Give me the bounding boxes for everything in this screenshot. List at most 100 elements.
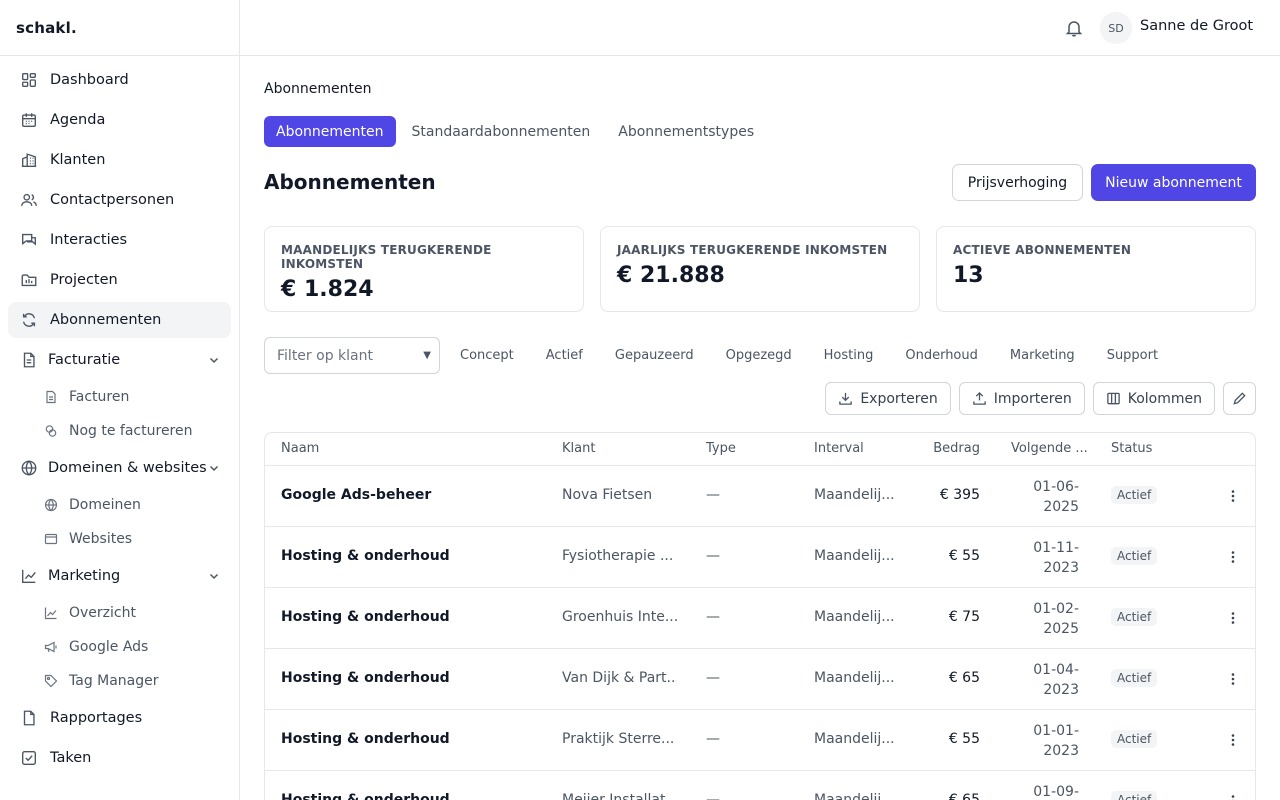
- column-header-klant[interactable]: Klant: [562, 441, 595, 456]
- avatar[interactable]: SD: [1100, 12, 1132, 44]
- more-vertical-icon[interactable]: [1225, 793, 1241, 800]
- export-label: Exporteren: [860, 390, 938, 407]
- cell-type: —: [706, 731, 720, 747]
- chat-icon: [20, 231, 38, 249]
- cell-interval: Maandelij...: [814, 609, 895, 625]
- import-button[interactable]: Importeren: [958, 382, 1085, 415]
- cell-name[interactable]: Hosting & onderhoud: [281, 609, 450, 625]
- client-filter-select[interactable]: Filter op klant ▼: [264, 337, 440, 374]
- cell-client: Praktijk Sterre...: [562, 731, 675, 747]
- column-header-status[interactable]: Status: [1111, 441, 1152, 456]
- sidebar-group-facturatie[interactable]: Facturatie: [8, 342, 231, 378]
- sidebar-item-taken[interactable]: Taken: [8, 740, 231, 776]
- table-row[interactable]: Google Ads-beheer Nova Fietsen — Maandel…: [265, 466, 1255, 527]
- cell-name[interactable]: Hosting & onderhoud: [281, 731, 450, 747]
- table-row[interactable]: Hosting & onderhoud Fysiotherapie ... — …: [265, 527, 1255, 588]
- sidebar-group-marketing[interactable]: Marketing: [8, 558, 231, 594]
- more-vertical-icon[interactable]: [1225, 732, 1241, 748]
- sidebar-item-rapportages[interactable]: Rapportages: [8, 700, 231, 736]
- tab-abonnementstypes[interactable]: Abonnementstypes: [606, 116, 766, 147]
- sidebar-subitem-google-ads[interactable]: Google Ads: [8, 632, 231, 662]
- sidebar-item-contactpersonen[interactable]: Contactpersonen: [8, 182, 231, 218]
- report-icon: [20, 709, 38, 727]
- cell-amount: € 395: [939, 487, 980, 503]
- table-toolbar: Exporteren Importeren Kolommen: [817, 382, 1256, 415]
- new-subscription-button[interactable]: Nieuw abonnement: [1091, 164, 1256, 201]
- column-header-naam[interactable]: Naam: [281, 441, 319, 456]
- cell-name[interactable]: Hosting & onderhoud: [281, 670, 450, 686]
- sidebar-item-interacties[interactable]: Interacties: [8, 222, 231, 258]
- export-button[interactable]: Exporteren: [825, 382, 951, 415]
- cell-name[interactable]: Hosting & onderhoud: [281, 548, 450, 564]
- tab-abonnementen[interactable]: Abonnementen: [264, 116, 396, 147]
- table-row[interactable]: Hosting & onderhoud Groenhuis Inte... — …: [265, 588, 1255, 649]
- sidebar-item-label: Abonnementen: [50, 312, 162, 328]
- table-row[interactable]: Hosting & onderhoud Van Dijk & Part... —…: [265, 649, 1255, 710]
- tab-standaardabonnementen[interactable]: Standaardabonnementen: [400, 116, 603, 147]
- sidebar-subitem-label: Domeinen: [69, 497, 141, 513]
- bell-icon[interactable]: [1064, 18, 1084, 38]
- upload-icon: [972, 391, 987, 406]
- brand-logo[interactable]: schakl.: [0, 0, 239, 56]
- cell-client: Nova Fietsen: [562, 487, 653, 503]
- chip-opgezegd[interactable]: Opgezegd: [710, 348, 808, 363]
- chip-actief[interactable]: Actief: [530, 348, 599, 363]
- column-header-interval[interactable]: Interval: [814, 441, 864, 456]
- sidebar-group-domeinen-websites[interactable]: Domeinen & websites: [8, 450, 231, 486]
- sidebar-subitem-websites[interactable]: Websites: [8, 524, 231, 554]
- more-vertical-icon[interactable]: [1225, 610, 1241, 626]
- pencil-icon: [1232, 391, 1247, 406]
- sidebar-subitem-nog-te-factureren[interactable]: Nog te factureren: [8, 416, 231, 446]
- sidebar-item-label: Projecten: [50, 272, 118, 288]
- sidebar-item-agenda[interactable]: Agenda: [8, 102, 231, 138]
- cell-client: Groenhuis Inte...: [562, 609, 677, 625]
- sidebar-subitem-domeinen[interactable]: Domeinen: [8, 490, 231, 520]
- chip-marketing[interactable]: Marketing: [994, 348, 1091, 363]
- chip-gepauzeerd[interactable]: Gepauzeerd: [599, 348, 710, 363]
- sidebar-item-klanten[interactable]: Klanten: [8, 142, 231, 178]
- sidebar-item-abonnementen[interactable]: Abonnementen: [8, 302, 231, 338]
- cell-name[interactable]: Google Ads-beheer: [281, 487, 431, 503]
- column-header-type[interactable]: Type: [706, 441, 736, 456]
- column-header-volgende[interactable]: Volgende ...: [1011, 441, 1088, 456]
- chevron-down-icon: [207, 353, 221, 367]
- date-line: 01-04-: [1033, 662, 1079, 678]
- cell-name[interactable]: Hosting & onderhoud: [281, 792, 450, 800]
- date-line: 01-09-: [1033, 784, 1079, 800]
- download-icon: [838, 391, 853, 406]
- globe-icon: [44, 498, 58, 512]
- stat-label: MAANDELIJKS TERUGKERENDE INKOMSTEN: [281, 243, 492, 271]
- date-line: 2023: [1043, 743, 1079, 759]
- more-vertical-icon[interactable]: [1225, 549, 1241, 565]
- price-increase-button[interactable]: Prijsverhoging: [952, 164, 1083, 201]
- sidebar-subitem-label: Tag Manager: [69, 673, 159, 689]
- cell-type: —: [706, 670, 720, 686]
- tab-bar: Abonnementen Standaardabonnementen Abonn…: [264, 116, 770, 147]
- more-vertical-icon[interactable]: [1225, 671, 1241, 687]
- users-icon: [20, 191, 38, 209]
- chip-hosting[interactable]: Hosting: [808, 348, 890, 363]
- status-badge: Actief: [1111, 486, 1158, 504]
- table-row[interactable]: Hosting & onderhoud Meijer Installat... …: [265, 771, 1255, 800]
- chip-support[interactable]: Support: [1091, 348, 1174, 363]
- sidebar-subitem-tag-manager[interactable]: Tag Manager: [8, 666, 231, 696]
- user-name[interactable]: Sanne de Groot: [1140, 18, 1253, 34]
- stat-label: ACTIEVE ABONNEMENTEN: [953, 243, 1132, 257]
- more-vertical-icon[interactable]: [1225, 488, 1241, 504]
- column-header-bedrag[interactable]: Bedrag: [905, 441, 980, 456]
- sidebar-subitem-facturen[interactable]: Facturen: [8, 382, 231, 412]
- chip-concept[interactable]: Concept: [444, 348, 530, 363]
- edit-button[interactable]: [1223, 382, 1256, 415]
- chip-onderhoud[interactable]: Onderhoud: [889, 348, 994, 363]
- sidebar-item-dashboard[interactable]: Dashboard: [8, 62, 231, 98]
- stats-row: MAANDELIJKS TERUGKERENDE INKOMSTEN € 1.8…: [264, 226, 1256, 312]
- folder-icon: [20, 271, 38, 289]
- date-line: 2023: [1043, 682, 1079, 698]
- columns-button[interactable]: Kolommen: [1092, 382, 1215, 415]
- table-row[interactable]: Hosting & onderhoud Praktijk Sterre... —…: [265, 710, 1255, 771]
- subscriptions-table: Naam Klant Type Interval Bedrag Volgende…: [264, 432, 1256, 800]
- sidebar-subitem-overzicht[interactable]: Overzicht: [8, 598, 231, 628]
- sidebar-item-projecten[interactable]: Projecten: [8, 262, 231, 298]
- breadcrumb[interactable]: Abonnementen: [264, 81, 372, 97]
- cell-next-date: 01-09-2024: [997, 782, 1079, 800]
